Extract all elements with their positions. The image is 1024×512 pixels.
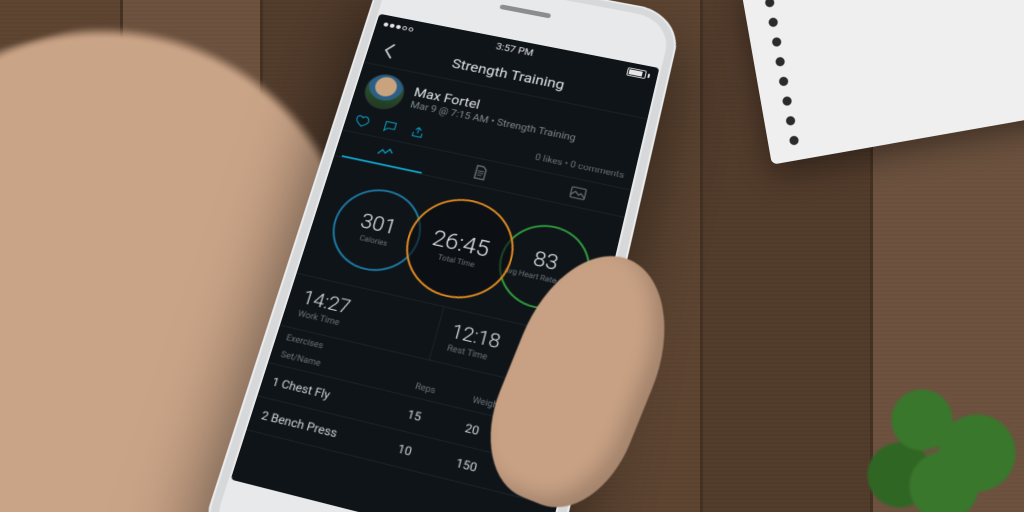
comment-button[interactable] [381,119,400,135]
signal-dots-icon [383,22,414,32]
avatar[interactable] [360,71,409,113]
chart-icon [376,144,395,161]
avg-hr-value: 83 [531,248,561,276]
battery-icon [626,67,651,80]
note-icon [471,164,490,181]
back-button[interactable] [371,32,408,68]
exercise-reps: 10 [396,441,458,469]
share-button[interactable] [408,124,427,140]
background-plant [834,332,1024,512]
like-button[interactable] [353,113,372,129]
exercise-reps: 15 [406,407,467,435]
photo-icon [569,185,588,202]
